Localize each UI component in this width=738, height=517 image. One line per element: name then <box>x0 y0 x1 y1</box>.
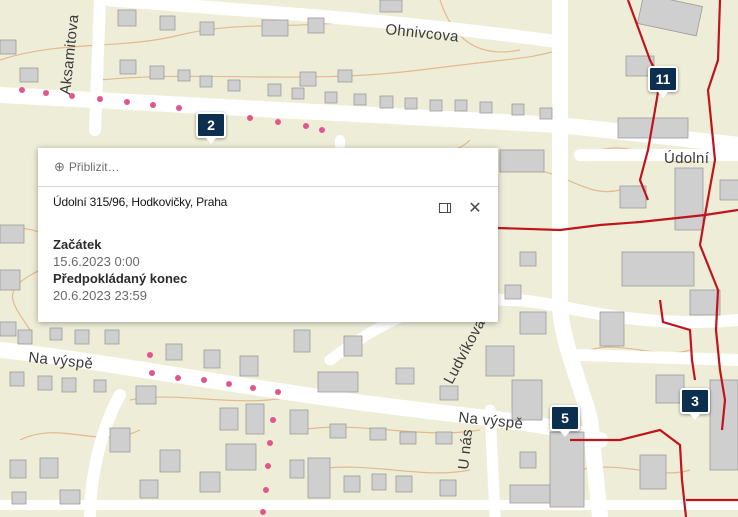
zoom-in-icon: ⊕ <box>54 159 65 174</box>
popup-header: Údolní 315/96, Hodkovičky, Praha ✕ <box>38 187 498 225</box>
start-value: 15.6.2023 0:00 <box>53 254 140 269</box>
end-label: Předpokládaný konec <box>53 271 188 286</box>
street-label-udolni: Údolní <box>664 150 710 167</box>
closure-marker-2[interactable]: 2 <box>196 112 226 144</box>
start-label: Začátek <box>53 237 102 252</box>
zoom-to-label: Přiblizit… <box>68 160 120 174</box>
closure-marker-5[interactable]: 5 <box>550 405 580 437</box>
info-popup: ⊕ Přiblizit… Údolní 315/96, Hodkovičky, … <box>38 148 498 322</box>
closure-marker-11[interactable]: 11 <box>648 66 678 98</box>
closure-marker-3[interactable]: 3 <box>680 388 710 420</box>
popup-title: Údolní 315/96, Hodkovičky, Praha <box>53 195 228 209</box>
popup-body: Začátek 15.6.2023 0:00 Předpokládaný kon… <box>38 225 498 304</box>
end-value: 20.6.2023 23:59 <box>53 288 147 303</box>
dock-icon[interactable] <box>437 201 453 215</box>
close-icon[interactable]: ✕ <box>467 200 483 217</box>
zoom-to-button[interactable]: ⊕ Přiblizit… <box>38 148 498 187</box>
